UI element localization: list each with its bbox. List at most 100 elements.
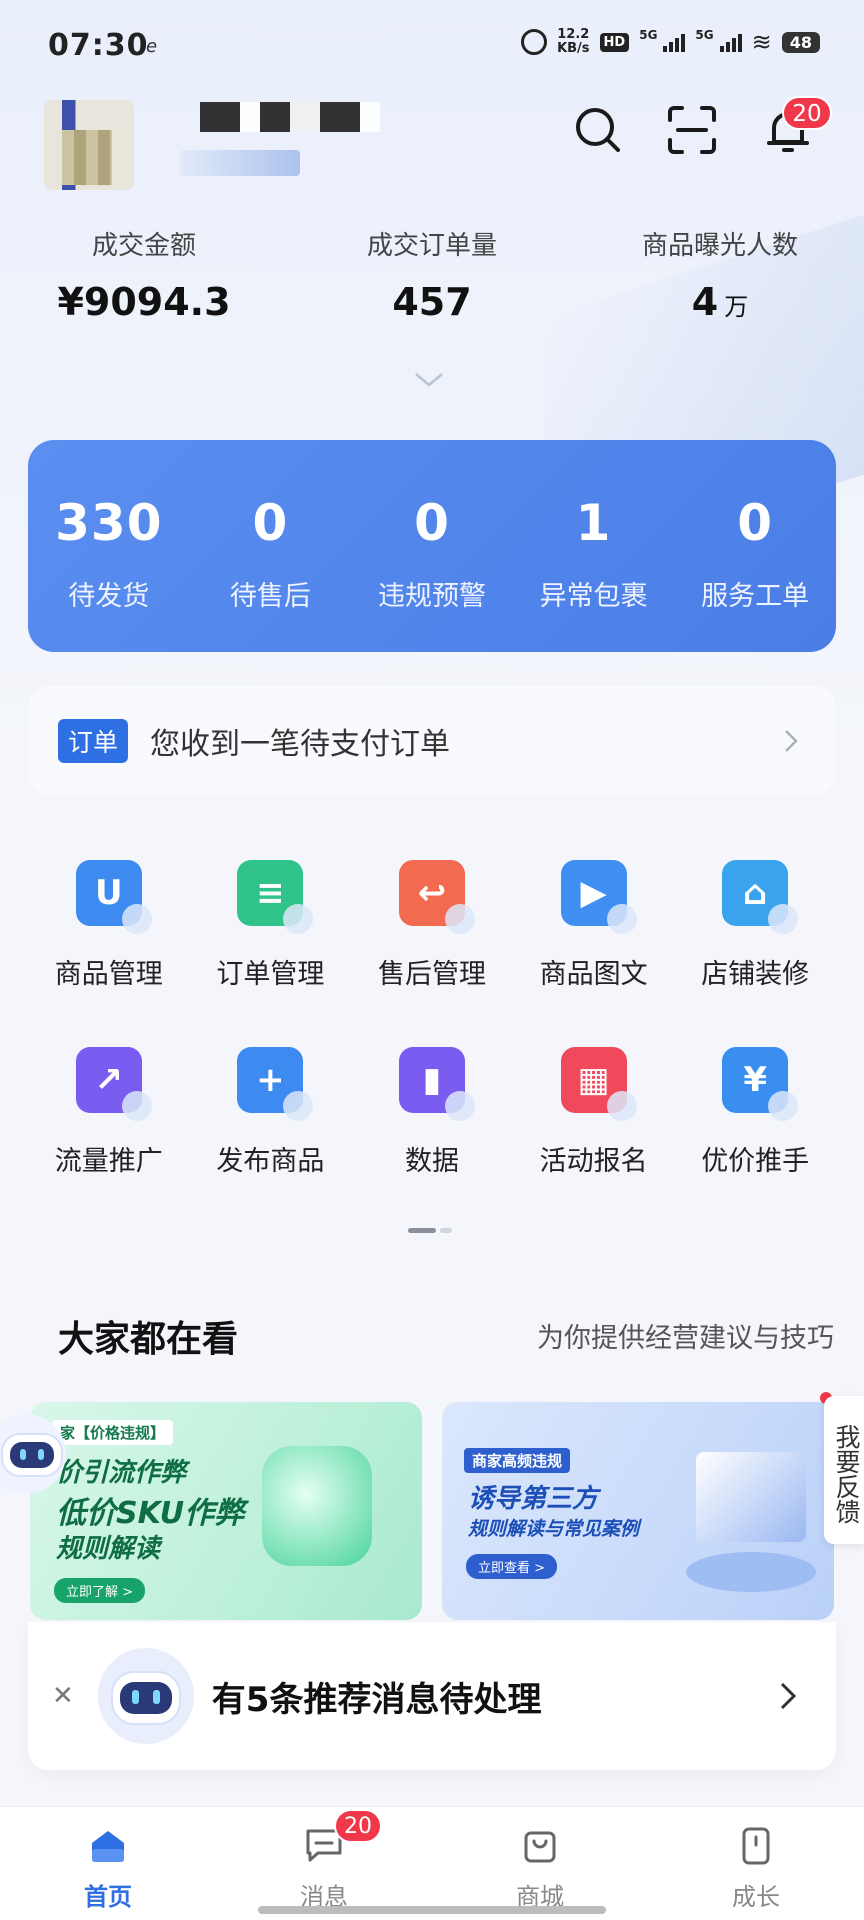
task-count: 0	[414, 494, 450, 552]
video-icon: ▶	[560, 860, 637, 934]
home-icon	[92, 1831, 124, 1862]
network-speed: 12.2 KB/s	[557, 28, 589, 56]
calendar-icon: ▦	[560, 1047, 637, 1121]
banner-illustration	[696, 1452, 806, 1542]
close-icon[interactable]: ✕	[52, 1681, 74, 1711]
stat-label: 成交订单量	[366, 231, 497, 261]
alarm-icon	[521, 29, 548, 55]
stat-value: 4万	[576, 280, 864, 324]
stat-value: 457	[288, 280, 576, 324]
bottom-tab-bar: 首页 消息 20 商城 成长	[0, 1806, 864, 1920]
status-time: 07:30	[48, 28, 149, 63]
recommendation-popup[interactable]: ✕ 有5条推荐消息待处理	[28, 1622, 836, 1770]
stat-orders[interactable]: 成交订单量 457	[288, 225, 576, 324]
store-avatar[interactable]	[44, 100, 134, 190]
scan-icon[interactable]	[664, 102, 720, 158]
section-title: 大家都在看	[58, 1319, 239, 1360]
popup-text: 有5条推荐消息待处理	[211, 1679, 542, 1720]
grid-label: 优价推手	[701, 1146, 810, 1177]
battery-icon: 48	[781, 31, 820, 53]
grid-item-data[interactable]: ▮ 数据	[351, 1035, 513, 1178]
grid-item-event-signup[interactable]: ▦ 活动报名	[513, 1035, 675, 1178]
task-count: 0	[737, 494, 774, 552]
grid-item-publish-product[interactable]: + 发布商品	[190, 1035, 352, 1178]
banner-pedestal	[686, 1552, 816, 1592]
speed-unit: KB/s	[557, 41, 590, 56]
carrier-mark: e	[146, 36, 158, 57]
notification-badge: 20	[782, 96, 832, 130]
tab-home[interactable]: 首页	[0, 1807, 216, 1920]
task-violation-warning[interactable]: 0 违规预警	[351, 440, 513, 652]
banner-line: 低价SKU作弊	[56, 1496, 245, 1531]
chevron-right-icon	[780, 1682, 796, 1710]
store-name-redacted	[200, 102, 380, 132]
stat-value: ¥9094.3	[0, 280, 288, 324]
grid-label: 流量推广	[54, 1146, 163, 1177]
task-service-ticket[interactable]: 0 服务工单	[674, 440, 836, 652]
banner-button: 立即查看 >	[466, 1554, 558, 1579]
home-indicator[interactable]	[258, 1906, 606, 1914]
grid-item-traffic-promotion[interactable]: ↗ 流量推广	[28, 1035, 190, 1178]
stat-gmv[interactable]: 成交金额 ¥9094.3	[0, 225, 288, 324]
grid-item-product-media[interactable]: ▶ 商品图文	[513, 848, 675, 991]
storefront-icon: ⌂	[722, 860, 799, 934]
speed-value: 12.2	[557, 27, 590, 42]
signal-label-2: 5G	[695, 28, 714, 42]
task-label: 服务工单	[701, 581, 810, 612]
grid-item-store-decoration[interactable]: ⌂ 店铺装修	[674, 848, 836, 991]
banner-price-violation[interactable]: 家【价格违规】 价引流作弊 低价SKU作弊 规则解读 立即了解 >	[30, 1402, 422, 1620]
grid-label: 活动报名	[539, 1146, 648, 1177]
task-count: 330	[55, 494, 163, 552]
tab-label: 首页	[84, 1883, 132, 1911]
store-subtitle-redacted	[180, 150, 300, 176]
grid-item-product-management[interactable]: U 商品管理	[28, 848, 190, 991]
notice-tag: 订单	[58, 719, 129, 763]
wifi-icon: ≋	[751, 28, 772, 56]
signal-label-1: 5G	[639, 28, 658, 42]
grid-item-price-promoter[interactable]: ¥ 优价推手	[674, 1035, 836, 1178]
hd-icon: HD	[599, 32, 630, 52]
task-to-ship[interactable]: 330 待发货	[28, 440, 190, 652]
tab-messages[interactable]: 消息 20	[216, 1807, 432, 1920]
assistant-robot-icon[interactable]	[0, 1408, 80, 1498]
page-indicator	[408, 1228, 452, 1233]
sales-stats: 成交金额 ¥9094.3 成交订单量 457 商品曝光人数 4万	[0, 225, 864, 324]
task-after-sales[interactable]: 0 待售后	[190, 440, 352, 652]
price-tag-icon: ¥	[722, 1047, 799, 1121]
task-count: 0	[252, 494, 289, 552]
task-abnormal-package[interactable]: 1 异常包裹	[513, 440, 675, 652]
status-icons: 12.2 KB/s HD 5G 5G ≋ 48	[521, 28, 820, 56]
expand-chevron-icon[interactable]	[414, 372, 444, 388]
grid-item-after-sales[interactable]: ↩ 售后管理	[351, 848, 513, 991]
notice-text: 您收到一笔待支付订单	[150, 727, 451, 762]
stat-exposure[interactable]: 商品曝光人数 4万	[576, 225, 864, 324]
grid-label: 店铺装修	[701, 959, 810, 990]
order-notice[interactable]: 订单 您收到一笔待支付订单	[28, 686, 836, 796]
grid-label: 售后管理	[377, 959, 486, 990]
assistant-avatar	[97, 1648, 194, 1744]
task-label: 待售后	[229, 581, 311, 612]
grid-item-order-management[interactable]: ≡ 订单管理	[190, 848, 352, 991]
search-icon[interactable]	[570, 102, 626, 158]
task-count: 1	[575, 494, 612, 552]
grid-label: 订单管理	[216, 959, 325, 990]
banner-third-party-violation[interactable]: 商家高频违规 诱导第三方 规则解读与常见案例 立即查看 >	[442, 1402, 834, 1620]
stat-label: 成交金额	[91, 231, 196, 261]
task-label: 违规预警	[377, 581, 486, 612]
pending-tasks-card: 330 待发货 0 待售后 0 违规预警 1 异常包裹 0 服务工单	[28, 440, 836, 652]
mall-icon	[524, 1831, 556, 1863]
stat-number: 4	[691, 280, 719, 324]
order-list-icon: ≡	[237, 860, 314, 934]
rocket-icon: ↗	[75, 1047, 152, 1121]
banner-line: 规则解读与常见案例	[468, 1518, 640, 1540]
grid-label: 商品图文	[539, 959, 648, 990]
stat-unit: 万	[724, 293, 749, 321]
tab-label: 成长	[732, 1883, 780, 1911]
tab-growth[interactable]: 成长	[648, 1807, 864, 1920]
growth-icon	[742, 1827, 770, 1865]
tab-mall[interactable]: 商城	[432, 1807, 648, 1920]
return-icon: ↩	[398, 860, 475, 934]
feedback-button[interactable]: 我要反馈	[824, 1396, 864, 1544]
message-badge: 20	[334, 1809, 382, 1843]
task-label: 异常包裹	[539, 581, 648, 612]
